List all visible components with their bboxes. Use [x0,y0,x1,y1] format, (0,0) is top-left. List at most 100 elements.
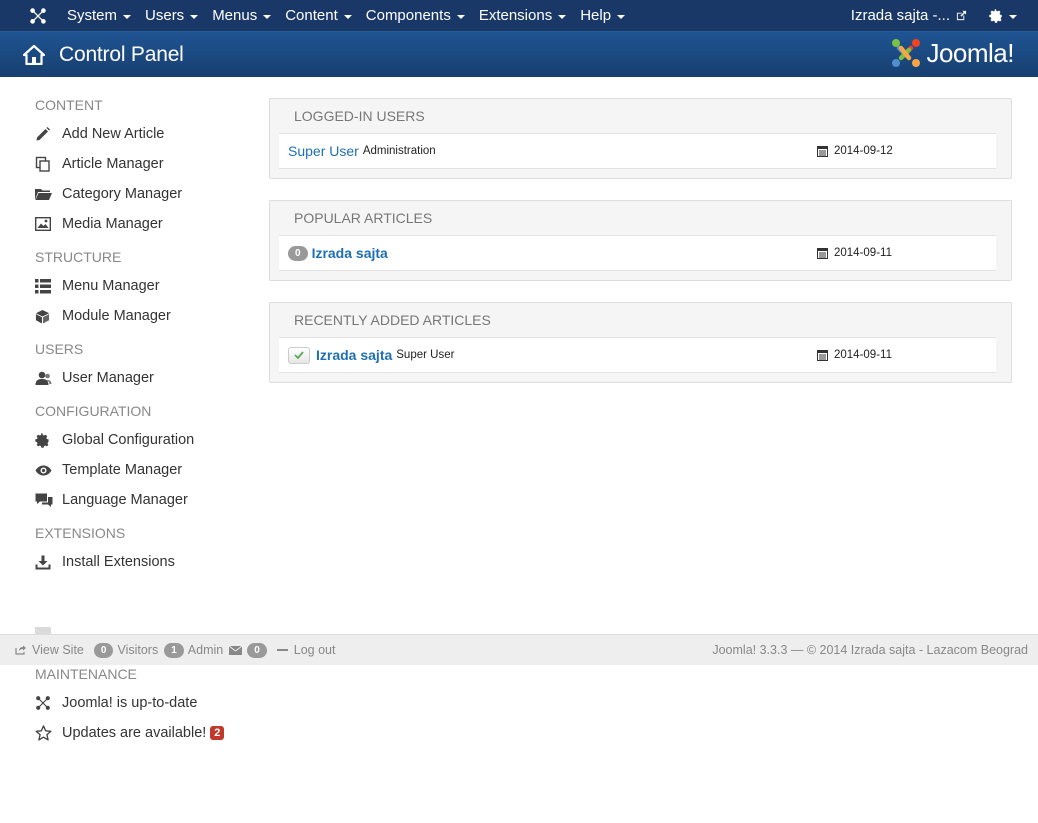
top-navbar: System Users Menus Content Components Ex… [0,0,1038,31]
cube-icon [35,309,62,324]
footer-copyright: Joomla! 3.3.3 — © 2014 Izrada sajta - La… [712,643,1028,657]
sidebar-item-article-manager[interactable]: Article Manager [35,149,255,179]
sidebar-item-label: Joomla! is up-to-date [62,695,198,711]
sidebar-item-label: Global Configuration [62,432,195,448]
share-icon [15,645,27,655]
article-author: Super User [396,349,455,361]
eye-icon [35,465,62,476]
messages-status[interactable]: 0 [229,642,271,658]
caret-down-icon [1009,14,1017,19]
settings-dropdown[interactable] [989,8,1017,23]
sidebar-item-label: User Manager [62,370,154,386]
sidebar-item-label: Language Manager [62,492,188,508]
sidebar-item-joomla-up-to-date[interactable]: Joomla! is up-to-date [35,688,255,718]
row-date: 2014-09-11 [817,349,892,361]
admin-count-badge: 1 [164,642,184,658]
module-title: RECENTLY ADDED ARTICLES [294,312,491,328]
sidebar-item-install-extensions[interactable]: Install Extensions [35,547,255,577]
section-heading-extensions: EXTENSIONS [35,525,126,541]
menu-content[interactable]: Content [279,0,360,31]
sidebar-item-label: Category Manager [62,186,183,202]
sidebar-item-add-new-article[interactable]: Add New Article [35,119,255,149]
update-count-badge: 2 [210,726,225,740]
sidebar-item-module-manager[interactable]: Module Manager [35,301,255,331]
menu-extensions[interactable]: Extensions [473,0,574,31]
section-heading-users: USERS [35,341,84,357]
sidebar: CONTENT Add New Article Article Manager … [35,93,255,577]
menu-label: Users [145,7,185,24]
menu-components[interactable]: Components [360,0,473,31]
view-site-link[interactable]: View Site [15,643,84,657]
view-site-link[interactable]: Izrada sajta -... [851,7,967,24]
view-site-label: View Site [32,643,84,657]
menu-label: Components [365,7,451,24]
module-title: LOGGED-IN USERS [294,108,425,124]
envelope-icon [229,645,243,655]
image-icon [35,217,62,231]
star-icon [35,725,62,741]
menu-system[interactable]: System [61,0,139,31]
published-check-icon[interactable] [288,346,310,364]
menu-label: Menus [212,7,258,24]
messages-count-badge: 0 [247,642,267,658]
article-link[interactable]: Izrada sajta [316,347,392,363]
sidebar-item-label: Add New Article [62,126,165,142]
section-heading-structure: STRUCTURE [35,249,122,265]
logout-link[interactable]: Log out [276,643,336,657]
sidebar-item-updates-available[interactable]: Updates are available! 2 [35,718,255,748]
sidebar-item-label: Article Manager [62,156,164,172]
menu-label: Extensions [478,7,553,24]
sidebar-item-template-manager[interactable]: Template Manager [35,455,255,485]
user-client: Administration [362,145,436,157]
sidebar-item-menu-manager[interactable]: Menu Manager [35,271,255,301]
row-date: 2014-09-12 [817,145,893,157]
visitors-count-badge: 0 [93,642,114,658]
calendar-icon [817,247,828,259]
sidebar-item-language-manager[interactable]: Language Manager [35,485,255,515]
download-icon [35,555,62,570]
sidebar-item-label: Updates are available! [62,725,207,741]
sidebar-item-label: Module Manager [62,308,171,324]
article-link[interactable]: Izrada sajta [312,245,388,261]
external-link-icon [956,10,967,21]
sidebar-item-label: Media Manager [62,216,163,232]
popular-articles-module: POPULAR ARTICLES 0 Izrada sajta 2014-09-… [269,200,1012,281]
menu-menus[interactable]: Menus [206,0,279,31]
logout-label: Log out [293,643,336,657]
menu-users[interactable]: Users [139,0,206,31]
brand-name: Joomla! [926,37,1014,68]
menu-help[interactable]: Help [574,0,633,31]
calendar-icon [817,145,828,157]
status-bar: View Site 0 Visitors 1 Admin 0 Log out J… [0,634,1038,665]
list-icon [35,278,62,294]
menu-label: System [67,7,118,24]
caret-down-icon [263,14,272,19]
joomla-icon [35,695,62,711]
date-value: 2014-09-11 [834,247,892,259]
caret-down-icon [456,14,465,19]
caret-down-icon [343,14,352,19]
copy-icon [35,156,62,172]
joomla-icon[interactable] [21,7,55,25]
users-icon [35,371,62,386]
sidebar-item-global-configuration[interactable]: Global Configuration [35,425,255,455]
sidebar-item-label: Menu Manager [62,278,160,294]
sidebar-item-user-manager[interactable]: User Manager [35,363,255,393]
sidebar-item-label: Template Manager [62,462,183,478]
row-date: 2014-09-11 [817,247,892,259]
sidebar-item-category-manager[interactable]: Category Manager [35,179,255,209]
caret-down-icon [190,14,199,19]
list-item: 0 Izrada sajta 2014-09-11 [279,235,996,271]
section-heading-maintenance: MAINTENANCE [35,666,137,682]
section-heading-content: CONTENT [35,97,103,113]
site-name: Izrada sajta -... [850,7,950,24]
sidebar-item-media-manager[interactable]: Media Manager [35,209,255,239]
page-title: Control Panel [59,42,184,66]
recently-added-articles-module: RECENTLY ADDED ARTICLES Izrada sajta Sup… [269,302,1012,383]
navbar-right: Izrada sajta -... [851,0,1038,31]
user-link[interactable]: Super User [288,143,359,159]
page-header: Control Panel Joomla! [0,31,1038,77]
comments-icon [35,493,62,508]
joomla-brand: Joomla! [890,37,1014,69]
caret-down-icon [617,14,626,19]
